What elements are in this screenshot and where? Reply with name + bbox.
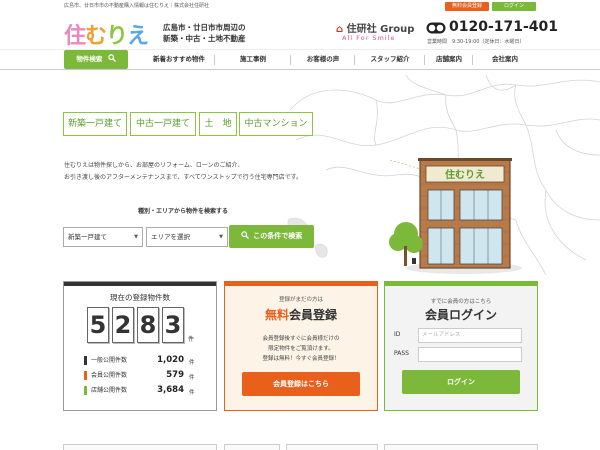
- nav-item-store[interactable]: 店舗案内: [426, 49, 472, 70]
- logo-char: り: [106, 24, 128, 49]
- nav-divider: [290, 55, 291, 65]
- register-desc: 限定物件をご覧頂けます。: [268, 346, 334, 352]
- register-title-text: 会員登録: [289, 308, 338, 322]
- register-title: 無料会員登録: [224, 306, 378, 323]
- nav-item-new[interactable]: 新着おすすめ物件: [144, 49, 214, 70]
- id-input[interactable]: メールアドレス: [418, 328, 522, 343]
- count-row-value: 3,684: [157, 385, 184, 395]
- freedial-icon: [426, 22, 446, 34]
- property-type-select[interactable]: 新築一戸建て ▼: [63, 227, 143, 247]
- footer-card: [384, 444, 538, 450]
- count-row-label: 会員公開件数: [84, 371, 127, 380]
- tagline: 広島市・廿日市市周辺の 新築・中古・土地不動産: [163, 22, 246, 44]
- triangle-down-icon: ▼: [134, 234, 138, 240]
- count-row-value: 1,020: [157, 355, 184, 365]
- count-row-label: 一般公開件数: [84, 356, 127, 365]
- panel-top-bar: [385, 282, 537, 286]
- pass-label: PASS: [394, 350, 409, 357]
- nav-item-voice[interactable]: お客様の声: [292, 49, 354, 70]
- property-type-used-mansion[interactable]: 中古マンション: [239, 112, 313, 136]
- login-lead: すでに会員の方はこちら: [430, 299, 492, 305]
- register-title-free: 無料: [264, 308, 289, 322]
- group-name: ⌂ 住研社 Group: [336, 20, 414, 35]
- nav-item-staff[interactable]: スタッフ紹介: [356, 49, 424, 70]
- count-row-value: 579: [166, 370, 184, 380]
- count-digit: 8: [137, 307, 159, 343]
- search-button[interactable]: この条件で検索: [229, 225, 314, 248]
- password-input[interactable]: [418, 347, 522, 362]
- tagline-line: 新築・中古・土地不動産: [163, 34, 246, 43]
- search-heading: 種別・エリアから物件を検索する: [138, 208, 229, 215]
- count-row-label: 店舗公開件数: [84, 386, 127, 395]
- count-digit: 5: [87, 307, 109, 343]
- search-button-label: この条件で検索: [253, 232, 303, 240]
- nav-item-company[interactable]: 会社案内: [474, 49, 536, 70]
- count-title: 現在の登録物件数: [110, 293, 170, 302]
- footer-card: [286, 444, 378, 450]
- magnifier-icon: [107, 54, 116, 62]
- count-digit: 2: [112, 307, 134, 343]
- count-digit: 3: [162, 307, 184, 343]
- panel-top-bar: [225, 282, 377, 286]
- nav-item-works[interactable]: 施工事例: [216, 49, 290, 70]
- footer-card: [63, 444, 217, 450]
- nav-item-label: 物件検索: [76, 55, 103, 63]
- site-logo[interactable]: 住 む り え: [64, 18, 158, 50]
- count-unit: 件: [188, 336, 195, 343]
- footer-card: [224, 444, 280, 450]
- login-title: 会員ログイン: [424, 308, 497, 322]
- register-lead: 登録がまだの方は: [278, 297, 323, 303]
- shop-building-illustration: 住むりえ: [389, 158, 522, 274]
- nav-item-search[interactable]: 物件検索: [64, 50, 128, 69]
- panel-top-bar: [64, 282, 216, 286]
- property-type-new-house[interactable]: 新築一戸建て: [63, 112, 127, 136]
- count-row-unit: 件: [189, 390, 195, 396]
- phone-number[interactable]: 0120-171-401: [449, 19, 558, 35]
- id-label: ID: [394, 331, 401, 338]
- intro-text: 住むりえは物件探しから、お部屋のリフォーム、ローンのご紹介、: [64, 162, 244, 169]
- tagline-line: 広島市・廿日市市周辺の: [163, 23, 246, 32]
- logo-char: む: [85, 24, 107, 49]
- logo-char: 住: [64, 24, 86, 49]
- intro-text: お引き渡し後のアフターメンテナンスまで、すべてワンストップで行う住宅専門店です。: [64, 174, 303, 181]
- logo-char: え: [127, 24, 149, 49]
- register-desc: 登録は無料！今すぐ会員登録！: [262, 356, 340, 362]
- count-row-unit: 件: [189, 360, 195, 366]
- business-hours: 営業時間 9:30-19:00（定休日：水曜日）: [427, 39, 525, 45]
- nav-divider: [424, 55, 425, 65]
- building-sign: 住むりえ: [445, 168, 485, 181]
- property-type-land[interactable]: 土 地: [199, 112, 237, 136]
- area-select[interactable]: エリアを選択 ▼: [146, 227, 228, 247]
- register-button[interactable]: 会員登録はこちら: [242, 372, 360, 396]
- nav-divider: [354, 55, 355, 65]
- group-slogan: All For Smile: [342, 34, 396, 42]
- register-button-top[interactable]: 無料会員登録: [445, 2, 489, 11]
- select-value: 新築一戸建て: [68, 233, 107, 241]
- register-desc: 会員登録後すぐに会員様だけの: [262, 336, 340, 342]
- magnifier-icon: [241, 231, 249, 239]
- property-type-used-house[interactable]: 中古一戸建て: [130, 112, 196, 136]
- count-row-unit: 件: [189, 375, 195, 381]
- select-value: エリアを選択: [151, 233, 190, 241]
- login-button-top[interactable]: ログイン: [492, 2, 536, 11]
- triangle-down-icon: ▼: [219, 234, 223, 240]
- login-button[interactable]: ログイン: [402, 370, 520, 394]
- nav-divider: [472, 55, 473, 65]
- nav-divider: [214, 55, 215, 65]
- site-description: 広島市、廿日市市の不動産購入情報は住むりえ｜株式会社住研社: [64, 3, 210, 9]
